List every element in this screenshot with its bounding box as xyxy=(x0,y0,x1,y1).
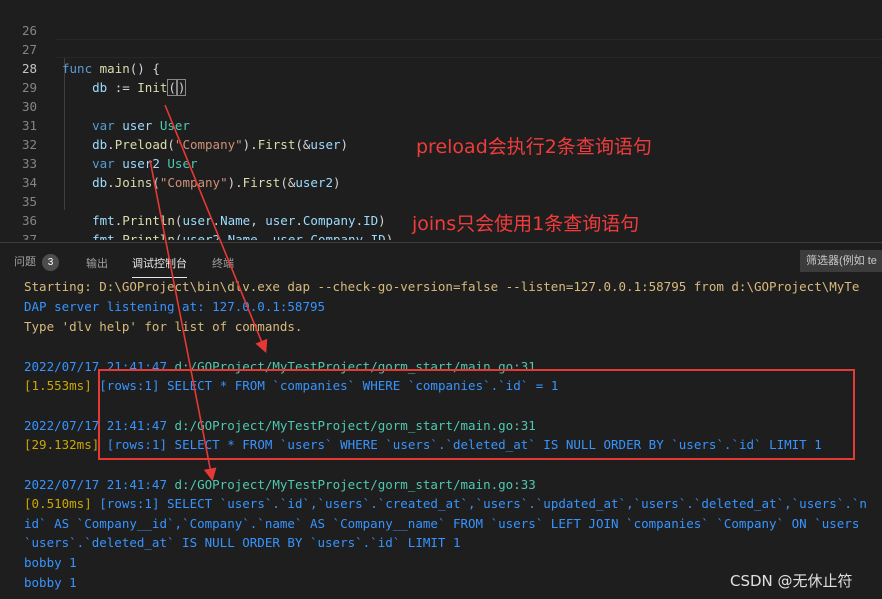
watermark: CSDN @无休止符 xyxy=(730,572,853,590)
annotation-arrows xyxy=(149,104,268,482)
joins-arrow xyxy=(149,159,217,482)
